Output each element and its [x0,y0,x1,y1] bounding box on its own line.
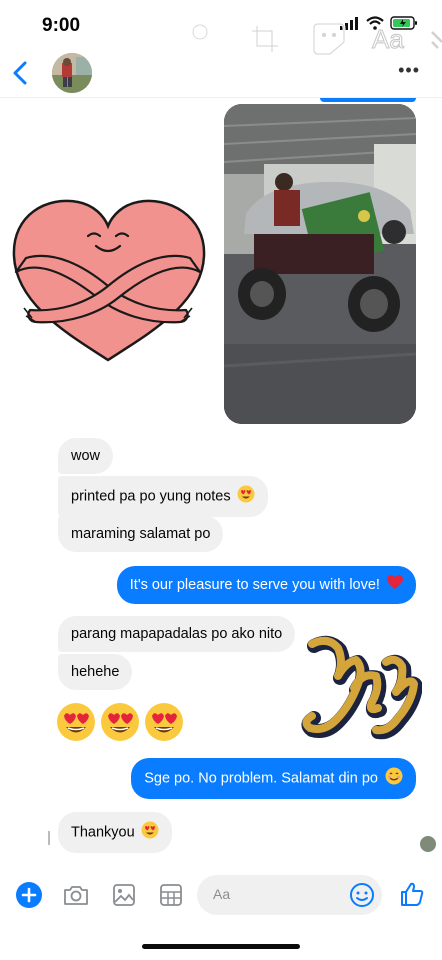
red-heart-emoji [387,575,403,595]
camera-icon[interactable] [62,881,90,909]
previous-sent-bubble [320,98,416,102]
plus-icon[interactable] [15,881,43,909]
status-time: 9:00 [42,15,81,36]
composer-bar: Aa [0,868,442,924]
home-indicator[interactable] [142,944,300,949]
chat-thread[interactable]: wow printed pa po yung notes maraming sa… [0,98,442,853]
smiling-emoji [385,767,403,790]
message-input[interactable]: Aa [197,875,382,915]
heart-eyes-emoji [101,703,139,741]
seen-avatar [420,836,436,852]
message-received[interactable]: maraming salamat po [58,516,224,552]
heart-eyes-emoji [237,485,255,508]
sent-photo[interactable] [224,104,416,424]
message-received[interactable]: wow [58,438,114,474]
photo-icon[interactable] [110,881,138,909]
more-icon[interactable]: ••• [398,60,420,81]
emoji-message[interactable] [56,702,184,742]
message-received[interactable]: parang mapapadalas po ako nito [58,616,296,652]
chat-header: ••• [0,48,442,98]
smiley-icon[interactable] [348,881,376,909]
message-received[interactable]: printed pa po yung notes [58,476,268,517]
yay-sticker[interactable] [300,634,422,746]
message-sent[interactable]: It's our pleasure to serve you with love… [116,566,416,604]
message-sent[interactable]: Sge po. No problem. Salamat din po [131,758,416,799]
like-icon[interactable] [398,880,426,908]
heart-eyes-emoji [141,821,159,844]
heart-eyes-emoji [57,703,95,741]
contact-avatar[interactable] [52,53,92,93]
heart-hug-sticker[interactable] [8,194,208,364]
message-received[interactable]: Thankyou [58,812,172,853]
sticker-grid-icon[interactable] [157,881,185,909]
message-received[interactable]: hehehe [58,654,133,690]
message-input-placeholder: Aa [213,886,231,902]
heart-eyes-emoji [145,703,183,741]
read-indicator [48,831,50,845]
back-icon[interactable] [10,60,32,86]
